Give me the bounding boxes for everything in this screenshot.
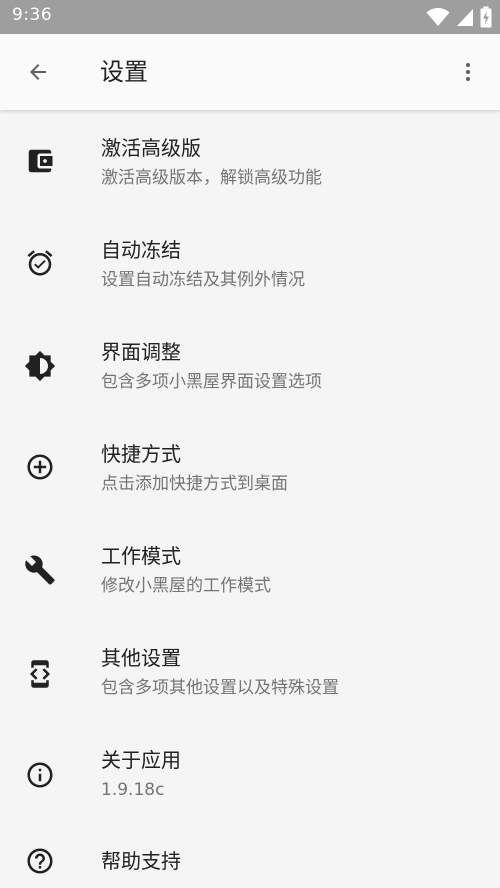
status-icons (426, 5, 492, 29)
wrench-icon (20, 550, 60, 590)
help-icon (20, 841, 60, 881)
brightness-icon (20, 346, 60, 386)
status-time: 9:36 (12, 5, 53, 25)
app-bar: 设置 (0, 34, 500, 110)
setting-title: 自动冻结 (101, 238, 181, 262)
add-circle-icon (20, 447, 60, 487)
developer-mode-icon (20, 654, 60, 694)
setting-subtitle: 包含多项其他设置以及特殊设置 (101, 678, 339, 698)
setting-item-interface-adjust[interactable]: 界面调整 包含多项小黑屋界面设置选项 (0, 314, 500, 416)
setting-subtitle: 1.9.18c (101, 780, 165, 800)
setting-subtitle: 修改小黑屋的工作模式 (101, 576, 271, 596)
wallet-icon (20, 141, 60, 181)
signal-icon (457, 9, 473, 26)
setting-title: 快捷方式 (101, 442, 181, 466)
settings-list: 激活高级版 激活高级版本，解锁高级功能 自动冻结 设置自动冻结及其例外情况 界面… (0, 110, 500, 888)
back-button[interactable] (14, 48, 62, 96)
setting-subtitle: 点击添加快捷方式到桌面 (101, 474, 288, 494)
setting-title: 关于应用 (101, 748, 181, 772)
setting-subtitle: 包含多项小黑屋界面设置选项 (101, 372, 322, 392)
arrow-back-icon (30, 64, 46, 80)
setting-title: 帮助支持 (101, 849, 181, 873)
status-bar: 9:36 (0, 0, 500, 34)
setting-subtitle: 设置自动冻结及其例外情况 (101, 270, 305, 290)
setting-subtitle: 激活高级版本，解锁高级功能 (101, 168, 322, 188)
setting-title: 界面调整 (101, 340, 181, 364)
more-vert-icon (466, 63, 470, 81)
setting-title: 工作模式 (101, 544, 181, 568)
setting-title: 其他设置 (101, 646, 181, 670)
setting-item-help[interactable]: 帮助支持 (0, 824, 500, 888)
setting-item-auto-freeze[interactable]: 自动冻结 设置自动冻结及其例外情况 (0, 212, 500, 314)
info-icon (20, 755, 60, 795)
battery-charging-icon (480, 6, 492, 28)
setting-item-work-mode[interactable]: 工作模式 修改小黑屋的工作模式 (0, 518, 500, 620)
setting-item-about[interactable]: 关于应用 1.9.18c (0, 722, 500, 824)
setting-title: 激活高级版 (101, 136, 201, 160)
wifi-icon (426, 8, 450, 26)
alarm-icon (20, 243, 60, 283)
more-options-button[interactable] (444, 48, 492, 96)
setting-item-shortcuts[interactable]: 快捷方式 点击添加快捷方式到桌面 (0, 416, 500, 518)
page-title: 设置 (100, 58, 148, 86)
setting-item-other-settings[interactable]: 其他设置 包含多项其他设置以及特殊设置 (0, 620, 500, 722)
setting-item-activate-premium[interactable]: 激活高级版 激活高级版本，解锁高级功能 (0, 110, 500, 212)
